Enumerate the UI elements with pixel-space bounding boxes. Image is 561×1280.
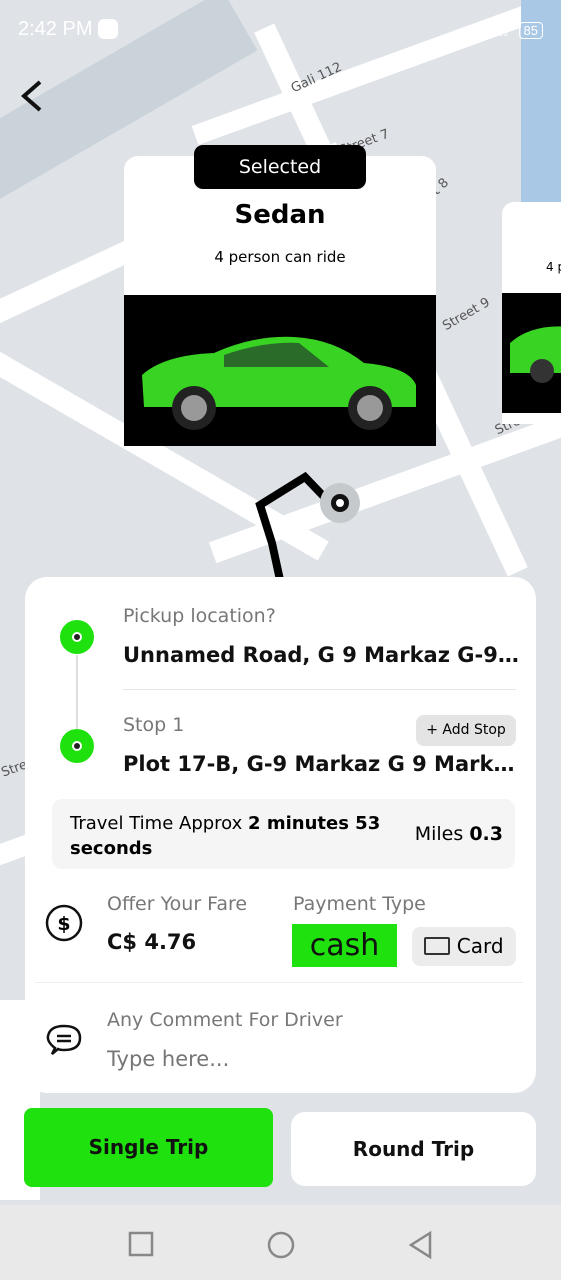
pickup-marker-icon bbox=[60, 620, 94, 654]
vehicle-name: Sedan bbox=[234, 200, 326, 230]
back-icon[interactable] bbox=[406, 1230, 436, 1260]
clock: 2:42 PM bbox=[18, 17, 93, 40]
svg-text:$: $ bbox=[57, 913, 70, 935]
car-image bbox=[124, 295, 436, 446]
system-nav-bar bbox=[0, 1205, 561, 1280]
status-bar: 2:42 PM ▂▄▆ 2.7 K/s 85 bbox=[18, 14, 543, 44]
home-icon[interactable] bbox=[266, 1230, 296, 1260]
chevron-left-icon bbox=[20, 80, 42, 112]
credit-card-icon bbox=[424, 937, 451, 955]
round-trip-button[interactable]: Round Trip bbox=[291, 1112, 536, 1186]
fare-label: Offer Your Fare bbox=[107, 893, 248, 915]
comment-label: Any Comment For Driver bbox=[107, 1009, 343, 1031]
dollar-icon: $ bbox=[45, 904, 83, 942]
back-button[interactable] bbox=[14, 76, 54, 116]
selected-badge: Selected bbox=[194, 145, 366, 189]
comment-input[interactable] bbox=[107, 1044, 507, 1074]
travel-info: Travel Time Approx 2 minutes 53 seconds … bbox=[52, 799, 515, 869]
pickup-label: Pickup location? bbox=[123, 605, 276, 627]
route-line bbox=[255, 471, 360, 581]
car-image bbox=[502, 293, 561, 413]
payment-type-label: Payment Type bbox=[293, 893, 426, 915]
vehicle-capacity: 4 p bbox=[546, 260, 561, 274]
notification-icon bbox=[98, 19, 119, 40]
battery-indicator: 85 bbox=[518, 21, 543, 39]
signal-icon: ▂▄▆ bbox=[453, 21, 486, 38]
pickup-location-field[interactable]: Unnamed Road, G 9 Markaz G-9,... bbox=[123, 643, 519, 667]
divider bbox=[35, 982, 523, 983]
map-label: Street 9 bbox=[440, 295, 493, 334]
card-label: Card bbox=[456, 934, 504, 958]
payment-card-button[interactable]: Card bbox=[412, 927, 516, 966]
single-trip-button[interactable]: Single Trip bbox=[24, 1108, 273, 1187]
stop-label: Stop 1 bbox=[123, 714, 185, 736]
travel-time-label: Travel Time Approx bbox=[70, 813, 243, 834]
miles-value: 0.3 bbox=[469, 823, 503, 845]
network-speed: 2.7 K/s bbox=[496, 20, 508, 39]
stop-marker-icon bbox=[60, 729, 94, 763]
vehicle-capacity: 4 person can ride bbox=[214, 248, 346, 266]
stop-location-field[interactable]: Plot 17-B, G-9 Markaz G 9 Markaz... bbox=[123, 752, 519, 776]
add-stop-button[interactable]: + Add Stop bbox=[416, 715, 516, 746]
divider bbox=[123, 689, 516, 690]
payment-cash-button[interactable]: cash bbox=[292, 924, 397, 967]
vehicle-card-sedan[interactable]: Selected Sedan 4 person can ride bbox=[124, 145, 436, 446]
miles-label: Miles bbox=[414, 823, 464, 845]
fare-input[interactable]: C$ 4.76 bbox=[107, 930, 196, 954]
vehicle-card-next[interactable]: 4 p bbox=[502, 202, 561, 424]
recent-apps-icon[interactable] bbox=[128, 1231, 154, 1257]
trip-details-panel: Pickup location? Unnamed Road, G 9 Marka… bbox=[25, 577, 536, 1093]
comment-icon bbox=[46, 1024, 82, 1055]
